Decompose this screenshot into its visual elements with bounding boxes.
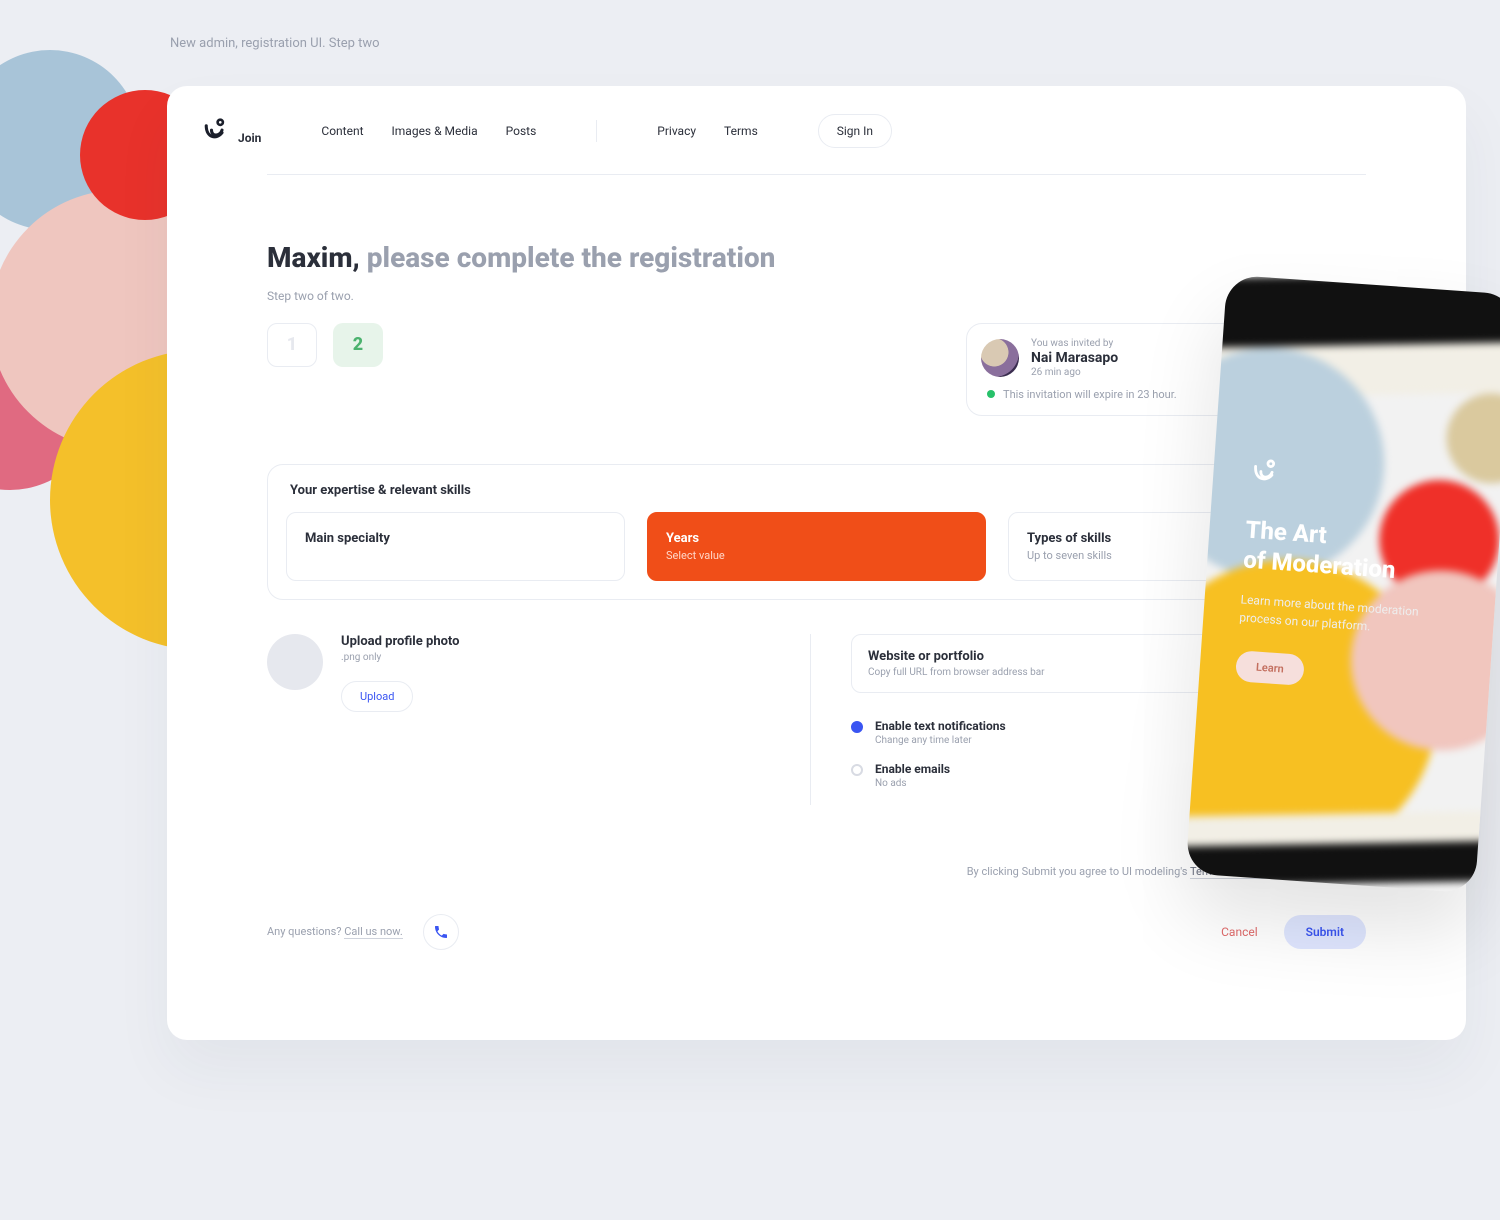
expertise-panel: Your expertise & relevant skills Main sp… — [267, 464, 1366, 600]
promo-learn-button[interactable]: Learn — [1235, 650, 1305, 686]
enable-text-sub: Change any time later — [875, 735, 1006, 746]
submit-button[interactable]: Submit — [1284, 915, 1366, 949]
upload-column: Upload profile photo .png only Upload — [267, 634, 810, 805]
questions-text: Any questions? Call us now. — [267, 925, 403, 938]
legal-prefix: By clicking Submit you agree to UI model… — [967, 865, 1190, 878]
upload-sub: .png only — [341, 652, 460, 663]
years-sub: Select value — [666, 549, 967, 562]
enable-text-label: Enable text notifications — [875, 719, 1006, 733]
heading-username: Maxim, — [267, 241, 360, 274]
expertise-title: Your expertise & relevant skills — [290, 483, 1347, 498]
inviter-name: Nai Marasapo — [1031, 350, 1118, 366]
main-specialty-field[interactable]: Main specialty — [286, 512, 625, 581]
nav-posts[interactable]: Posts — [506, 124, 537, 138]
cancel-button[interactable]: Cancel — [1221, 925, 1258, 939]
nav-privacy[interactable]: Privacy — [657, 124, 696, 138]
photo-placeholder — [267, 634, 323, 690]
upload-button[interactable]: Upload — [341, 681, 413, 712]
phone-icon — [433, 924, 449, 940]
invite-meta: You was invited by — [1031, 338, 1118, 349]
status-dot-icon — [987, 390, 995, 398]
logo-icon — [201, 117, 229, 145]
call-us-link[interactable]: Call us now. — [344, 925, 403, 939]
registration-card: Join Content Images & Media Posts Privac… — [167, 86, 1466, 1040]
promo-card: The Artof Moderation Learn more about th… — [1185, 275, 1500, 894]
invite-time: 26 min ago — [1031, 367, 1118, 378]
phone-button[interactable] — [423, 914, 459, 950]
sign-in-button[interactable]: Sign In — [818, 114, 892, 148]
divider — [267, 174, 1366, 175]
promo-subtitle: Learn more about the moderation process … — [1239, 590, 1441, 640]
page-heading: Maxim, please complete the registration — [267, 241, 1366, 275]
nav-secondary: Privacy Terms — [657, 124, 758, 138]
main-specialty-label: Main specialty — [305, 531, 606, 546]
top-nav: Join Content Images & Media Posts Privac… — [167, 114, 1466, 148]
step-subtitle: Step two of two. — [267, 289, 1366, 303]
enable-email-sub: No ads — [875, 778, 950, 789]
step-1-indicator[interactable]: 1 — [267, 323, 317, 367]
inviter-avatar — [981, 339, 1019, 377]
nav-separator — [596, 120, 597, 142]
heading-rest: please complete the registration — [360, 241, 776, 274]
promo-title: The Artof Moderation — [1242, 515, 1470, 590]
promo-logo-icon — [1248, 457, 1474, 507]
nav-content[interactable]: Content — [321, 124, 363, 138]
logo[interactable]: Join — [201, 117, 261, 145]
nav-images-media[interactable]: Images & Media — [392, 124, 478, 138]
questions-prefix: Any questions? — [267, 925, 344, 938]
logo-text: Join — [238, 131, 261, 145]
invite-expire-text: This invitation will expire in 23 hour. — [1003, 388, 1177, 401]
radio-on-icon — [851, 721, 863, 733]
page-description: New admin, registration UI. Step two — [170, 36, 380, 51]
nav-primary: Content Images & Media Posts — [321, 124, 536, 138]
upload-title: Upload profile photo — [341, 634, 460, 649]
step-2-indicator[interactable]: 2 — [333, 323, 383, 367]
years-label: Years — [666, 531, 967, 546]
radio-off-icon — [851, 764, 863, 776]
nav-terms[interactable]: Terms — [724, 124, 758, 138]
years-field[interactable]: Years Select value — [647, 512, 986, 581]
enable-email-label: Enable emails — [875, 762, 950, 776]
